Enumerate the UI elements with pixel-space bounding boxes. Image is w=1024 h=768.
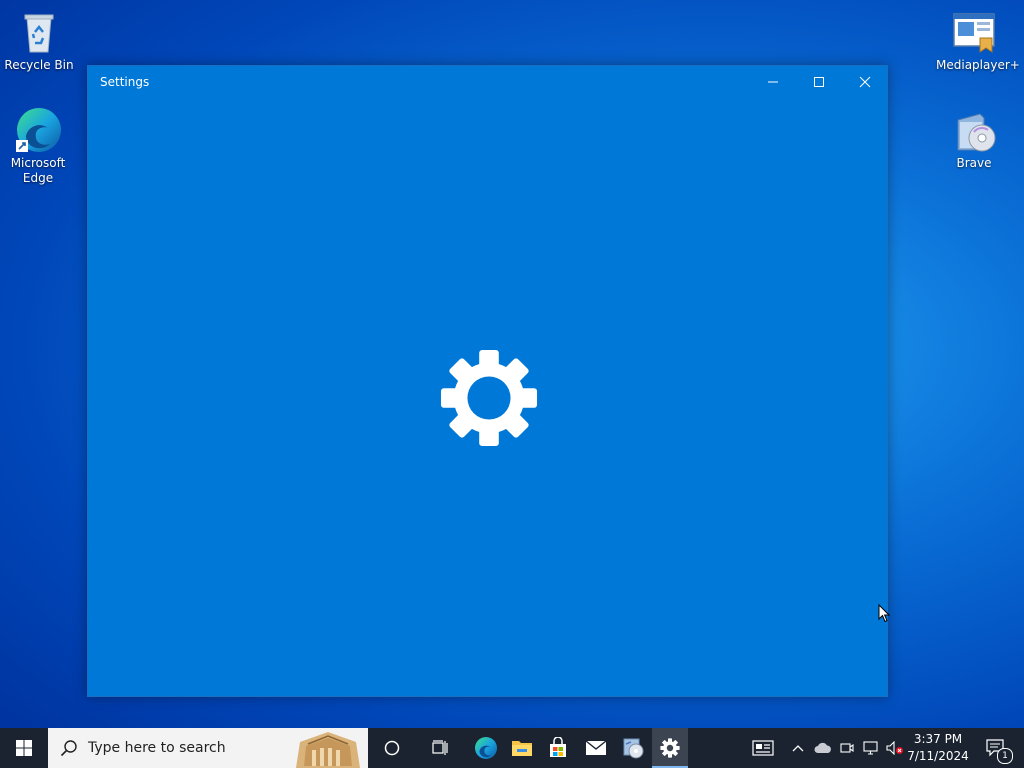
meet-now-button[interactable]: [837, 728, 857, 768]
desktop-icon-brave[interactable]: Brave: [936, 106, 1012, 171]
notification-count-badge: 1: [997, 748, 1013, 764]
mediaplayer-icon: [950, 8, 998, 56]
network-icon: [863, 741, 878, 755]
desktop-icon-mediaplayer[interactable]: Mediaplayer+: [936, 8, 1020, 73]
store-icon: [550, 737, 566, 757]
recycle-bin-icon: [15, 8, 63, 56]
edge-icon: [475, 737, 497, 759]
notification-count: 1: [1002, 751, 1008, 761]
news-button[interactable]: [746, 728, 780, 768]
settings-icon: [660, 738, 680, 758]
taskbar-photos[interactable]: [611, 728, 655, 768]
meet-now-icon: [840, 743, 854, 753]
minimize-icon: [768, 81, 778, 83]
search-highlight-illustration: [290, 730, 366, 768]
mail-icon: [585, 740, 607, 755]
search-icon: [60, 740, 77, 757]
onedrive-button[interactable]: [811, 728, 835, 768]
task-view-icon: [432, 740, 448, 755]
windows-logo-icon: [16, 740, 32, 756]
close-icon: [859, 76, 871, 88]
taskbar-settings-active[interactable]: [652, 728, 688, 768]
brave-installer-icon: [950, 106, 998, 154]
taskbar-clock[interactable]: 3:37 PM 7/11/2024: [906, 731, 970, 765]
cortana-button[interactable]: [370, 728, 414, 768]
cortana-icon: [384, 740, 400, 756]
window-titlebar[interactable]: Settings: [88, 66, 887, 98]
clock-date: 7/11/2024: [907, 749, 969, 763]
volume-muted-icon: [886, 741, 903, 755]
photos-icon: [623, 738, 644, 759]
desktop-icon-recycle-bin[interactable]: Recycle Bin: [1, 8, 77, 73]
mouse-cursor: [878, 603, 891, 628]
edge-icon: [14, 106, 62, 154]
desktop-icon-label: Brave: [956, 156, 992, 170]
gear-icon: [440, 349, 538, 447]
desktop-icon-label: Recycle Bin: [4, 58, 74, 72]
search-input[interactable]: Type here to search: [48, 728, 368, 768]
maximize-button[interactable]: [796, 66, 842, 98]
volume-button[interactable]: [884, 728, 906, 768]
file-explorer-icon: [512, 741, 532, 756]
taskbar: Type here to search 3:37 PM 7/11/2024 1: [0, 728, 1024, 768]
minimize-button[interactable]: [750, 66, 796, 98]
window-title: Settings: [100, 75, 150, 89]
clock-time: 3:37 PM: [913, 732, 963, 746]
start-button[interactable]: [0, 728, 48, 768]
show-hidden-icons-button[interactable]: [788, 728, 808, 768]
desktop-icon-label: Microsoft Edge: [10, 156, 66, 185]
chevron-up-icon: [792, 745, 804, 752]
news-icon: [752, 740, 774, 756]
onedrive-icon: [814, 742, 831, 753]
desktop-icon-label: Mediaplayer+: [936, 58, 1020, 72]
settings-window[interactable]: Settings: [87, 65, 888, 697]
maximize-icon: [814, 77, 824, 87]
network-button[interactable]: [860, 728, 882, 768]
close-button[interactable]: [842, 66, 888, 98]
task-view-button[interactable]: [418, 728, 462, 768]
desktop-icon-microsoft-edge[interactable]: Microsoft Edge: [0, 106, 76, 186]
search-placeholder: Type here to search: [88, 740, 226, 756]
action-center-button[interactable]: 1: [978, 728, 1014, 768]
